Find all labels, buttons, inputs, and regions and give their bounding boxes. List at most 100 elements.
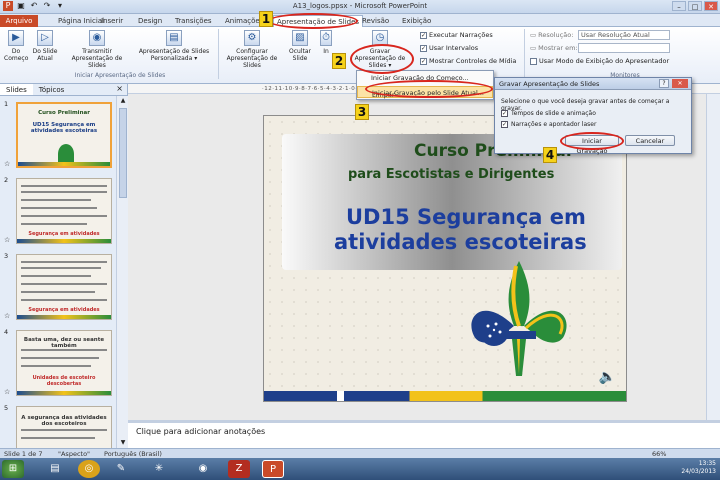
- explorer-icon[interactable]: ▤: [44, 460, 66, 478]
- tab-arquivo[interactable]: Arquivo: [0, 15, 38, 27]
- rehearse-timings-icon: ⏱: [320, 30, 332, 46]
- highlight-oval-tab: [268, 13, 358, 29]
- slide-title-line2: para Escotistas e Dirigentes: [348, 167, 555, 182]
- mostrar-em-label-text: Mostrar em:: [538, 44, 578, 52]
- broadcast-icon: ◉: [89, 30, 105, 46]
- transmitir-label: Transmitir Apresentação de Slides: [71, 48, 123, 69]
- app-icon[interactable]: ✎: [110, 460, 132, 478]
- slide-thumbnail[interactable]: Curso Preliminar UD15 Segurança em ativi…: [16, 102, 112, 168]
- tab-inserir[interactable]: Inserir: [101, 15, 123, 27]
- thumbnail-row[interactable]: 4 ☆ Basta uma, dez ou seante também Unid…: [2, 328, 114, 398]
- scout-fleur-de-lis-logo: [471, 261, 567, 376]
- slides-panel: Slides Tópicos × 1 ☆ Curso Preliminar UD…: [0, 84, 128, 448]
- filezilla-icon[interactable]: Z: [228, 460, 250, 478]
- help-button[interactable]: ?: [659, 79, 669, 88]
- animation-star-icon: ☆: [4, 160, 11, 168]
- maximize-button[interactable]: □: [688, 1, 702, 11]
- tempos-checkbox[interactable]: ✓ Tempos de slide e animação: [501, 110, 596, 117]
- slide-number: 4: [4, 328, 9, 336]
- tab-slides[interactable]: Slides: [0, 84, 33, 95]
- powerpoint-taskbar-icon[interactable]: P: [262, 460, 284, 478]
- spider-icon[interactable]: ✳: [148, 460, 170, 478]
- narracoes-label: Narrações e apontador laser: [511, 121, 597, 128]
- mostrar-em-select[interactable]: [578, 43, 670, 53]
- tab-exibicao[interactable]: Exibição: [402, 15, 431, 27]
- text-line: [21, 349, 107, 351]
- slideshow-current-icon: ▷: [37, 30, 53, 46]
- slide-thumbnail[interactable]: Segurança em atividades: [16, 254, 112, 320]
- testar-intervalos-label: In: [323, 48, 329, 55]
- cancelar-button[interactable]: Cancelar: [625, 135, 675, 146]
- tab-transicoes[interactable]: Transições: [175, 15, 212, 27]
- modo-apresentador-checkbox[interactable]: Usar Modo de Exibição do Apresentador: [530, 57, 669, 65]
- thumbnail-row[interactable]: 3 ☆ Segurança em atividades: [2, 252, 114, 322]
- usar-intervalos-checkbox[interactable]: ✓ Usar Intervalos: [420, 44, 478, 52]
- resolucao-select[interactable]: Usar Resolução Atual: [578, 30, 670, 40]
- ocultar-slide-button[interactable]: ▨ Ocultar Slide: [286, 30, 314, 62]
- text-line: [21, 223, 87, 225]
- testar-intervalos-button[interactable]: ⏱ In: [318, 30, 334, 55]
- status-bar: Slide 1 de 7 "Aspecto" Português (Brasil…: [0, 448, 720, 458]
- text-line: [21, 299, 107, 301]
- narracoes-checkbox[interactable]: ✓ Narrações e apontador laser: [501, 121, 596, 128]
- mostrar-controles-checkbox[interactable]: ✓ Mostrar Controles de Mídia: [420, 57, 516, 65]
- resolucao-label: ▭ Resolução:: [530, 31, 573, 39]
- window-title: A13_logos.ppsx - Microsoft PowerPoint: [292, 2, 428, 10]
- thumbnail-bar: [17, 391, 111, 395]
- scroll-thumb[interactable]: [119, 108, 127, 198]
- text-line: [21, 275, 91, 277]
- speaker-icon[interactable]: 🔈: [599, 369, 616, 385]
- callout-4: 4: [543, 147, 557, 163]
- transmitir-button[interactable]: ◉ Transmitir Apresentação de Slides: [62, 30, 132, 69]
- do-slide-atual-label: Do Slide Atual: [32, 48, 58, 62]
- highlight-oval-gravar: [350, 44, 414, 74]
- text-line: [21, 207, 97, 209]
- thumbnail-subtitle: UD15 Segurança em atividades escoteiras: [30, 122, 98, 134]
- thumbnail-list: 1 ☆ Curso Preliminar UD15 Segurança em a…: [0, 96, 116, 448]
- slide-thumbnail[interactable]: Segurança em atividades: [16, 178, 112, 244]
- do-comeco-button[interactable]: ▶ Do Começo: [4, 30, 28, 62]
- hide-slide-icon: ▨: [292, 30, 308, 46]
- thumbnail-row[interactable]: 1 ☆ Curso Preliminar UD15 Segurança em a…: [2, 100, 114, 170]
- thumbnail-bar: [17, 239, 111, 243]
- scroll-down-icon[interactable]: ▼: [118, 438, 128, 448]
- chrome-icon[interactable]: ◎: [78, 460, 100, 478]
- notes-pane[interactable]: Clique para adicionar anotações: [128, 420, 720, 448]
- modo-apresentador-label: Usar Modo de Exibição do Apresentador: [539, 57, 670, 65]
- thumbnail-row[interactable]: 5 A segurança das atividades dos escotei…: [2, 404, 114, 448]
- dialog-close-button[interactable]: ✕: [672, 79, 688, 88]
- panel-scrollbar[interactable]: ▲ ▼: [116, 96, 128, 448]
- tab-revisao[interactable]: Revisão: [362, 15, 389, 27]
- configurar-button[interactable]: ⚙ Configurar Apresentação de Slides: [222, 30, 282, 69]
- tab-animacoes[interactable]: Animações: [225, 15, 263, 27]
- text-line: [21, 437, 95, 439]
- do-slide-atual-button[interactable]: ▷ Do Slide Atual: [32, 30, 58, 62]
- resolucao-label-text: Resolução:: [538, 31, 574, 39]
- minimize-button[interactable]: –: [672, 1, 686, 11]
- thumbnail-bar: [17, 315, 111, 319]
- thumbnail-row[interactable]: 2 ☆ Segurança em atividades: [2, 176, 114, 246]
- ribbon-tabs: Arquivo Página Inicial Inserir Design Tr…: [0, 14, 720, 27]
- slide-thumbnail[interactable]: Basta uma, dez ou seante também Unidades…: [16, 330, 112, 396]
- checkbox-unchecked-icon: [530, 57, 537, 65]
- media-player-icon[interactable]: ◉: [192, 460, 214, 478]
- start-button[interactable]: ⊞: [2, 460, 24, 478]
- ribbon-separator: [218, 29, 219, 79]
- close-button[interactable]: ✕: [704, 1, 718, 11]
- slide-thumbnail[interactable]: A segurança das atividades dos escoteiro…: [16, 406, 112, 448]
- monitor-icon: ▭: [530, 31, 537, 39]
- tab-topicos[interactable]: Tópicos: [33, 84, 71, 95]
- thumbnail-title: Curso Preliminar: [38, 110, 90, 116]
- apresentacao-personalizada-button[interactable]: ▤ Apresentação de Slides Personalizada ▾: [136, 30, 212, 62]
- tray-date: 24/03/2013: [681, 468, 716, 475]
- custom-show-icon: ▤: [166, 30, 182, 46]
- executar-narracoes-label: Executar Narrações: [429, 31, 493, 39]
- text-line: [21, 365, 91, 367]
- executar-narracoes-checkbox[interactable]: ✓ Executar Narrações: [420, 31, 493, 39]
- panel-close-icon[interactable]: ×: [116, 84, 123, 93]
- slide-canvas[interactable]: Curso Preliminar para Escotistas e Dirig…: [263, 115, 627, 402]
- tab-pagina-inicial[interactable]: Página Inicial: [58, 15, 104, 27]
- editor-scrollbar[interactable]: [706, 94, 720, 420]
- scroll-up-icon[interactable]: ▲: [118, 96, 128, 106]
- tab-design[interactable]: Design: [138, 15, 162, 27]
